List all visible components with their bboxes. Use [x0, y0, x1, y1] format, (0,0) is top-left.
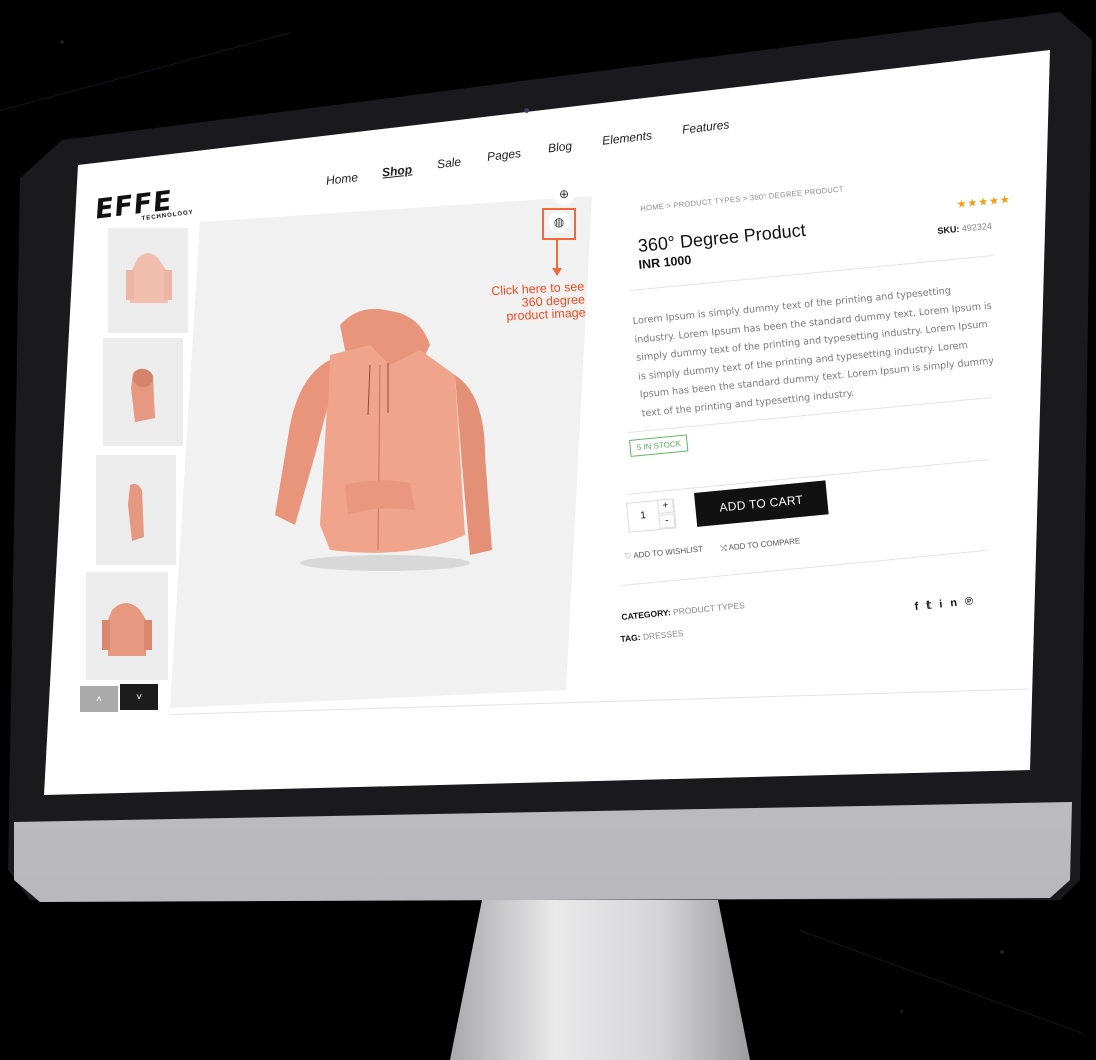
add-to-cart-button[interactable]: ADD TO CART [694, 480, 829, 527]
hoodie-thumb-profile [128, 483, 144, 541]
annotation-arrow-head [552, 268, 562, 276]
thumbnail-4[interactable] [86, 572, 168, 680]
product-page: EFFE TECHNOLOGY Home Shop Sale Pages Blo… [0, 0, 1096, 1054]
sku-value: 492324 [961, 220, 993, 234]
nav-blog[interactable]: Blog [547, 139, 572, 156]
globe-icon: ◍ [553, 215, 565, 229]
nav-elements[interactable]: Elements [601, 128, 652, 148]
sku-label: SKU: 492324 [937, 221, 992, 236]
annotation-arrow-line [556, 238, 558, 270]
nav-sale[interactable]: Sale [436, 155, 461, 172]
breadcrumb[interactable]: HOME > PRODUCT TYPES > 360° DEGREE PRODU… [640, 184, 844, 213]
hoodie-thumb-front [126, 253, 172, 303]
nav-home[interactable]: Home [325, 170, 358, 188]
thumbnail-1[interactable] [108, 228, 188, 333]
thumbnail-scroll-up-button[interactable]: ˄ [80, 686, 118, 712]
thumbnail-scroll-down-button[interactable]: ˅ [120, 684, 158, 710]
add-to-compare-link[interactable]: ⤭ ADD TO COMPARE [720, 536, 801, 554]
stock-badge: 5 IN STOCK [629, 434, 689, 457]
twitter-icon[interactable]: 𝕥 [926, 599, 940, 612]
social-share: f𝕥in℗ [914, 594, 982, 613]
annotation-text: Click here to see 360 degree product ima… [490, 279, 586, 324]
pinterest-icon[interactable]: ℗ [964, 595, 981, 608]
category-link[interactable]: PRODUCT TYPES [673, 600, 746, 617]
tag-link[interactable]: DRESSES [642, 628, 683, 642]
chevron-up-icon: ˄ [96, 693, 102, 705]
quantity-minus-button[interactable]: - [658, 513, 676, 529]
quantity-plus-button[interactable]: + [656, 498, 675, 514]
hoodie-thumb-back [102, 603, 152, 656]
product-category: CATEGORY: PRODUCT TYPES [621, 600, 745, 622]
thumbnail-2[interactable] [103, 338, 183, 446]
category-label: CATEGORY: [621, 607, 672, 622]
nav-pages[interactable]: Pages [486, 146, 521, 164]
nav-features[interactable]: Features [681, 117, 730, 136]
zoom-button[interactable]: ⊕ [553, 183, 575, 205]
rating-stars: ★★★★★ [956, 193, 1012, 211]
hoodie-main-image [275, 308, 492, 571]
product-title: 360° Degree Product [637, 219, 807, 256]
site-logo[interactable]: EFFE TECHNOLOGY [93, 185, 194, 225]
sku-label-text: SKU: [937, 223, 960, 236]
thumbnail-3[interactable] [96, 455, 176, 565]
chevron-down-icon: ˅ [136, 691, 142, 703]
quantity-stepper[interactable]: 1 + - [626, 498, 677, 533]
add-to-wishlist-link[interactable]: ♡ ADD TO WISHLIST [624, 544, 703, 561]
quantity-value[interactable]: 1 [640, 510, 647, 521]
nav-shop[interactable]: Shop [381, 162, 412, 179]
hoodie-thumb-side [131, 368, 155, 422]
product-tag: TAG: DRESSES [620, 628, 684, 644]
zoom-in-icon: ⊕ [558, 187, 570, 201]
linkedin-icon[interactable]: in [939, 596, 966, 610]
view-360-button[interactable]: ◍ [548, 211, 570, 233]
tag-label: TAG: [620, 632, 642, 644]
